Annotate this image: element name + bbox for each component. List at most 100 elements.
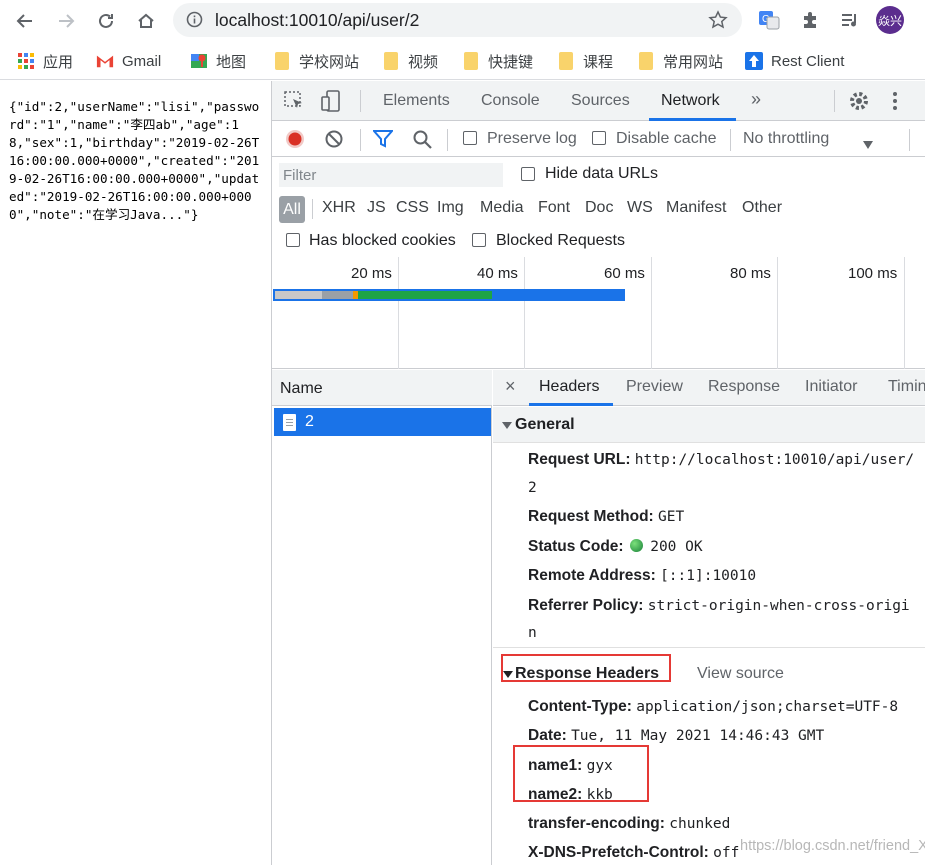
device-toolbar-icon[interactable] — [321, 90, 343, 117]
response-header-row: Date: Tue, 11 May 2021 14:46:43 GMT — [528, 727, 824, 745]
browser-toolbar: localhost:10010/api/user/2 G 焱兴 — [0, 0, 925, 42]
header-value: off — [713, 845, 740, 861]
bookmark-label: 应用 — [43, 53, 74, 71]
triangle-down-icon — [502, 422, 512, 429]
filter-type-media[interactable]: Media — [480, 199, 524, 217]
info-icon[interactable] — [186, 11, 203, 33]
bookmark-apps[interactable]: 应用 — [17, 50, 73, 72]
bookmark-folder[interactable]: 视频 — [382, 50, 438, 72]
translate-icon[interactable]: G — [755, 6, 783, 34]
tab-sources[interactable]: Sources — [571, 92, 630, 110]
filter-type-doc[interactable]: Doc — [585, 199, 613, 217]
divider — [447, 129, 448, 151]
timeline-tick-label: 20 ms — [351, 265, 392, 282]
bookmark-maps[interactable]: 地图 — [190, 50, 246, 72]
star-icon[interactable] — [708, 10, 728, 35]
view-source-link[interactable]: View source — [697, 665, 784, 683]
bookmark-folder[interactable]: 常用网站 — [637, 50, 723, 72]
tab-headers[interactable]: Headers — [539, 378, 599, 396]
folder-icon — [273, 52, 291, 70]
header-key: Request Method: — [528, 508, 654, 525]
tab-timing[interactable]: Timing — [888, 378, 925, 396]
request-name: 2 — [305, 413, 314, 430]
filter-type-xhr[interactable]: XHR — [322, 199, 356, 217]
filter-type-all[interactable]: All — [279, 196, 305, 223]
blocked-requests-checkbox[interactable] — [472, 233, 486, 247]
general-section-header[interactable]: General — [493, 407, 925, 443]
folder-icon — [637, 52, 655, 70]
header-value: GET — [658, 509, 685, 525]
header-key: X-DNS-Prefetch-Control: — [528, 844, 709, 861]
details-tabbar: × Headers Preview Response Initiator Tim… — [493, 370, 925, 406]
tab-initiator[interactable]: Initiator — [805, 378, 857, 396]
clear-icon[interactable] — [325, 130, 343, 153]
back-icon[interactable] — [10, 6, 40, 36]
bookmark-folder[interactable]: 学校网站 — [273, 50, 359, 72]
divider — [909, 129, 910, 151]
header-value-wrap: n — [528, 625, 537, 641]
disable-cache-checkbox[interactable] — [592, 131, 606, 145]
bookmark-rest-client[interactable]: Rest Client — [745, 50, 844, 72]
page-content: {"id":2,"userName":"lisi","password":"1"… — [0, 81, 271, 865]
throttling-select[interactable]: No throttling — [743, 130, 829, 148]
bookmark-label: Rest Client — [771, 52, 845, 70]
inspect-icon[interactable] — [284, 91, 306, 116]
more-tabs-icon[interactable]: » — [751, 89, 761, 110]
tab-response[interactable]: Response — [708, 378, 780, 396]
filter-type-font[interactable]: Font — [538, 199, 570, 217]
close-icon[interactable]: × — [505, 376, 516, 397]
timeline-gridline — [904, 257, 905, 369]
bookmark-gmail[interactable]: Gmail — [96, 50, 161, 72]
bookmark-label: 课程 — [583, 53, 614, 71]
header-key: transfer-encoding: — [528, 815, 665, 832]
timeline-queue-segment — [275, 291, 322, 299]
kebab-menu-icon[interactable] — [892, 91, 898, 116]
media-icon[interactable] — [836, 6, 864, 34]
address-bar[interactable]: localhost:10010/api/user/2 — [173, 3, 742, 37]
name-column-header[interactable]: Name — [280, 380, 323, 398]
record-icon[interactable] — [285, 129, 305, 154]
timeline-gridline — [651, 257, 652, 369]
tab-network[interactable]: Network — [661, 92, 720, 110]
hide-data-urls-checkbox[interactable] — [521, 167, 535, 181]
rest-client-icon — [745, 52, 763, 70]
filter-type-js[interactable]: JS — [367, 199, 386, 217]
header-value: chunked — [669, 816, 731, 832]
avatar[interactable]: 焱兴 — [876, 6, 904, 34]
timeline-gridline — [524, 257, 525, 369]
request-row[interactable]: 2 — [274, 408, 491, 436]
extension-icon[interactable] — [796, 6, 824, 34]
preserve-log-checkbox[interactable] — [463, 131, 477, 145]
search-icon[interactable] — [413, 130, 432, 154]
has-blocked-cookies-checkbox[interactable] — [286, 233, 300, 247]
filter-type-ws[interactable]: WS — [627, 199, 653, 217]
header-value: http://localhost:10010/api/user/ — [634, 452, 915, 468]
timeline-tick-label: 60 ms — [604, 265, 645, 282]
bookmark-label: 学校网站 — [299, 53, 360, 71]
filter-type-img[interactable]: Img — [437, 199, 464, 217]
filter-input[interactable] — [279, 163, 503, 187]
header-value: [::1]:10010 — [660, 568, 757, 584]
bookmark-folder[interactable]: 快捷键 — [462, 50, 533, 72]
header-key: Request URL: — [528, 451, 631, 468]
home-icon[interactable] — [131, 6, 161, 36]
gear-icon[interactable] — [848, 90, 870, 117]
tab-console[interactable]: Console — [481, 92, 540, 110]
reload-icon[interactable] — [91, 6, 121, 36]
tab-preview[interactable]: Preview — [626, 378, 683, 396]
timeline-download-segment — [492, 291, 623, 299]
header-value: strict-origin-when-cross-origi — [647, 598, 910, 614]
filter-type-css[interactable]: CSS — [396, 199, 429, 217]
network-timeline[interactable]: 20 ms 40 ms 60 ms 80 ms 100 ms — [272, 257, 925, 369]
bookmark-label: 地图 — [216, 53, 247, 71]
chevron-down-icon[interactable] — [863, 136, 873, 154]
filter-icon[interactable] — [371, 130, 395, 153]
bookmark-folder[interactable]: 课程 — [557, 50, 613, 72]
timeline-tick-label: 100 ms — [848, 265, 898, 282]
devtools-panel: Elements Console Sources Network » Prese… — [271, 81, 925, 865]
divider — [360, 90, 361, 112]
tab-elements[interactable]: Elements — [383, 92, 450, 110]
filter-type-manifest[interactable]: Manifest — [666, 199, 726, 217]
filter-type-other[interactable]: Other — [742, 199, 782, 217]
forward-icon[interactable] — [51, 6, 81, 36]
